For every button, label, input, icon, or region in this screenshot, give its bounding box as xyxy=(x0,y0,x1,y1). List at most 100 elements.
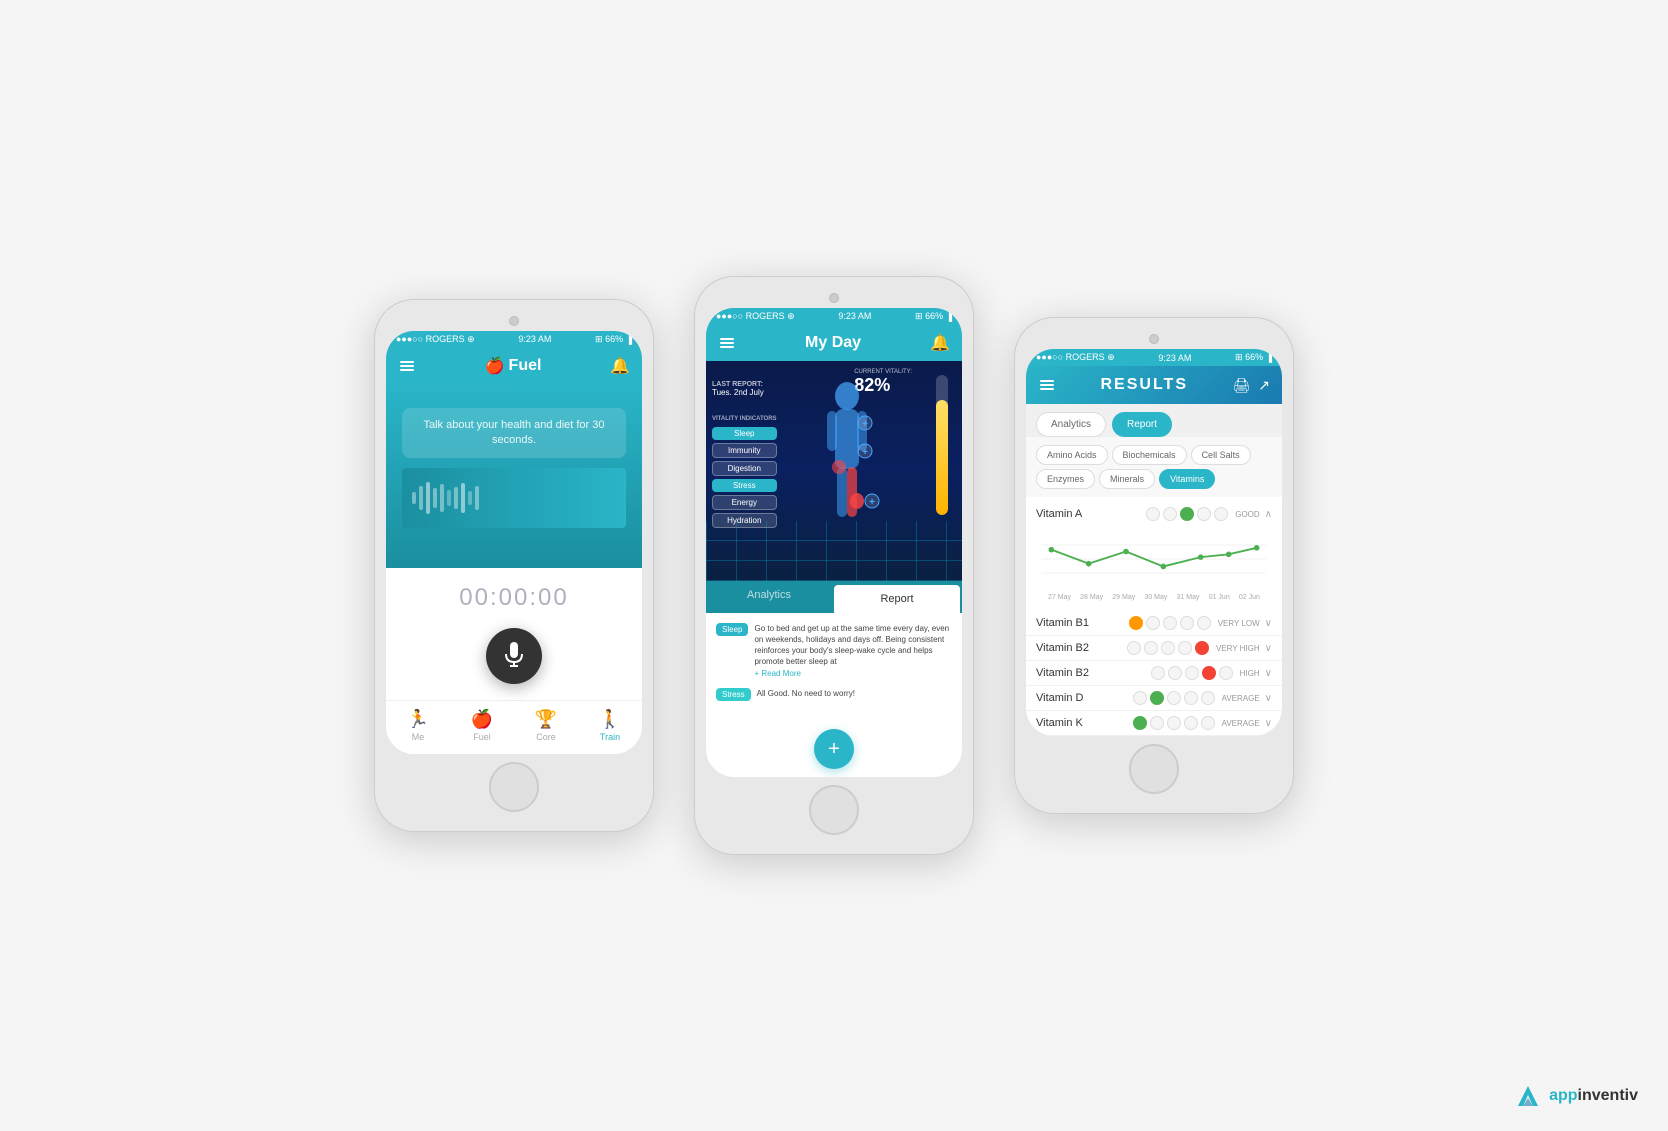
nav-item-me[interactable]: 🏃 Me xyxy=(386,709,450,742)
nav-item-fuel[interactable]: 🍎 Fuel xyxy=(450,709,514,742)
fuel-nav-icon: 🍎 xyxy=(471,709,493,730)
print-icon[interactable]: 🖨 xyxy=(1232,377,1250,394)
indicator-stress[interactable]: Stress xyxy=(712,479,777,492)
vitality-bar-track xyxy=(936,375,948,515)
vitamin-d-row[interactable]: Vitamin D AVERAGE ∨ xyxy=(1026,686,1282,711)
sleep-badge: Sleep xyxy=(716,623,748,636)
vdot-b2a-1 xyxy=(1127,641,1141,655)
phone-1-menu-icon[interactable] xyxy=(398,359,416,373)
indicator-immunity[interactable]: Immunity xyxy=(712,443,777,458)
nav-label-train: Train xyxy=(600,732,620,742)
tag-cell-salts[interactable]: Cell Salts xyxy=(1191,445,1251,465)
vitamin-a-chevron: ∧ xyxy=(1265,509,1272,520)
vitamin-b2b-status: HIGH xyxy=(1240,669,1260,678)
report-section: Sleep Go to bed and get up at the same t… xyxy=(706,613,962,722)
vitamin-b1-chevron: ∨ xyxy=(1265,618,1272,629)
phone-3-top-bezel xyxy=(1026,329,1282,349)
vdot-k-3 xyxy=(1167,716,1181,730)
category-tags: Amino Acids Biochemicals Cell Salts Enzy… xyxy=(1026,437,1282,497)
chart-dates: 27 May 28 May 29 May 30 May 31 May 01 Ju… xyxy=(1042,594,1266,601)
vdot-k-2 xyxy=(1150,716,1164,730)
phone-1-carrier: ●●●○○ ROGERS ⊕ xyxy=(396,334,475,345)
phone-3-home-button[interactable] xyxy=(1129,744,1179,794)
phone-3-time: 9:23 AM xyxy=(1158,353,1191,363)
fuel-prompt: Talk about your health and diet for 30 s… xyxy=(402,408,626,459)
tag-vitamins[interactable]: Vitamins xyxy=(1159,469,1215,489)
phone-3-screen: ●●●○○ ROGERS ⊕ 9:23 AM ⊞ 66% ▐ RESULTS 🖨… xyxy=(1026,349,1282,736)
indicators-title: VITALITY INDICATORS xyxy=(712,416,777,422)
nav-label-me: Me xyxy=(412,732,425,742)
vitamin-b2b-dots xyxy=(1151,666,1233,680)
results-title: RESULTS xyxy=(1101,376,1188,394)
nav-label-fuel: Fuel xyxy=(473,732,491,742)
phone-3-camera xyxy=(1149,334,1159,344)
results-menu-icon[interactable] xyxy=(1038,378,1056,392)
fuel-timer: 00:00:00 xyxy=(459,584,568,612)
vdot-2 xyxy=(1163,507,1177,521)
vdot-b1-2 xyxy=(1146,616,1160,630)
report-tab[interactable]: Report xyxy=(834,585,960,613)
vitamin-d-name: Vitamin D xyxy=(1036,692,1083,704)
scan-grid xyxy=(706,521,962,581)
nav-item-core[interactable]: 🏆 Core xyxy=(514,709,578,742)
vitamin-k-dots xyxy=(1133,716,1215,730)
phone-2-camera xyxy=(829,293,839,303)
mic-button[interactable] xyxy=(486,628,542,684)
tag-enzymes[interactable]: Enzymes xyxy=(1036,469,1095,489)
date-1: 27 May xyxy=(1048,594,1071,601)
vitamin-d-dots xyxy=(1133,691,1215,705)
train-icon: 🚶 xyxy=(599,709,621,730)
vitamin-a-row[interactable]: Vitamin A GOOD ∧ xyxy=(1036,503,1272,525)
me-icon: 🏃 xyxy=(407,709,429,730)
vitamin-b1-row[interactable]: Vitamin B1 VERY LOW ∨ xyxy=(1026,611,1282,636)
phone-2-home-button[interactable] xyxy=(809,785,859,835)
results-header: RESULTS 🖨 ↗ xyxy=(1026,366,1282,404)
vitamin-a-status: GOOD xyxy=(1235,510,1259,519)
vitamin-b2a-chevron: ∨ xyxy=(1265,643,1272,654)
vitamin-d-chevron: ∨ xyxy=(1265,693,1272,704)
vitamin-b2b-row[interactable]: Vitamin B2 HIGH ∨ xyxy=(1026,661,1282,686)
vitamin-a-section: Vitamin A GOOD ∧ xyxy=(1026,497,1282,611)
svg-text:+: + xyxy=(862,419,868,430)
last-report-date: Tues. 2nd July xyxy=(712,388,764,397)
phone-1-white-section: 00:00:00 xyxy=(386,568,642,700)
vdot-d-3 xyxy=(1167,691,1181,705)
results-report-tab[interactable]: Report xyxy=(1112,412,1172,437)
vdot-d-1 xyxy=(1133,691,1147,705)
date-2: 28 May xyxy=(1080,594,1103,601)
main-scene: ●●●○○ ROGERS ⊕ 9:23 AM ⊞ 66% ▐ 🍎 Fuel 🔔 … xyxy=(294,236,1374,896)
indicator-sleep[interactable]: Sleep xyxy=(712,427,777,440)
tag-biochemicals[interactable]: Biochemicals xyxy=(1112,445,1187,465)
read-more-link[interactable]: + Read More xyxy=(754,669,952,678)
vitamin-a-chart: 27 May 28 May 29 May 30 May 31 May 01 Ju… xyxy=(1036,525,1272,605)
vdot-b2b-1 xyxy=(1151,666,1165,680)
vitamin-k-row[interactable]: Vitamin K AVERAGE ∨ xyxy=(1026,711,1282,736)
analytics-tab[interactable]: Analytics xyxy=(706,581,832,613)
share-icon[interactable]: ↗ xyxy=(1258,377,1270,394)
tag-minerals[interactable]: Minerals xyxy=(1099,469,1155,489)
phone-1-home-button[interactable] xyxy=(489,762,539,812)
phone-2: ●●●○○ ROGERS ⊕ 9:23 AM ⊞ 66% ▐ My Day 🔔 … xyxy=(694,276,974,856)
sleep-report-text: Go to bed and get up at the same time ev… xyxy=(754,623,952,668)
nav-label-core: Core xyxy=(536,732,556,742)
phone-1-battery: ⊞ 66% ▐ xyxy=(595,334,632,345)
phone-1-notification-icon[interactable]: 🔔 xyxy=(610,356,630,376)
phone-1-app-header: 🍎 Fuel 🔔 xyxy=(386,348,642,384)
phone-2-menu-icon[interactable] xyxy=(718,336,736,350)
phone-2-notification-icon[interactable]: 🔔 xyxy=(930,333,950,353)
vdot-b2b-3 xyxy=(1185,666,1199,680)
results-main-tabs: Analytics Report xyxy=(1026,404,1282,437)
phone-2-top-bezel xyxy=(706,288,962,308)
vitamin-b1-status: VERY LOW xyxy=(1218,619,1260,628)
vitamin-b2a-dots xyxy=(1127,641,1209,655)
indicator-energy[interactable]: Energy xyxy=(712,495,777,510)
results-analytics-tab[interactable]: Analytics xyxy=(1036,412,1106,437)
vitamin-b2a-row[interactable]: Vitamin B2 VERY HIGH ∨ xyxy=(1026,636,1282,661)
phone-1-status-bar: ●●●○○ ROGERS ⊕ 9:23 AM ⊞ 66% ▐ xyxy=(386,331,642,348)
fab-add-button[interactable]: + xyxy=(814,729,854,769)
tag-amino-acids[interactable]: Amino Acids xyxy=(1036,445,1108,465)
nav-item-train[interactable]: 🚶 Train xyxy=(578,709,642,742)
indicator-digestion[interactable]: Digestion xyxy=(712,461,777,476)
phone-1-time: 9:23 AM xyxy=(518,334,551,344)
vdot-b1-5 xyxy=(1197,616,1211,630)
